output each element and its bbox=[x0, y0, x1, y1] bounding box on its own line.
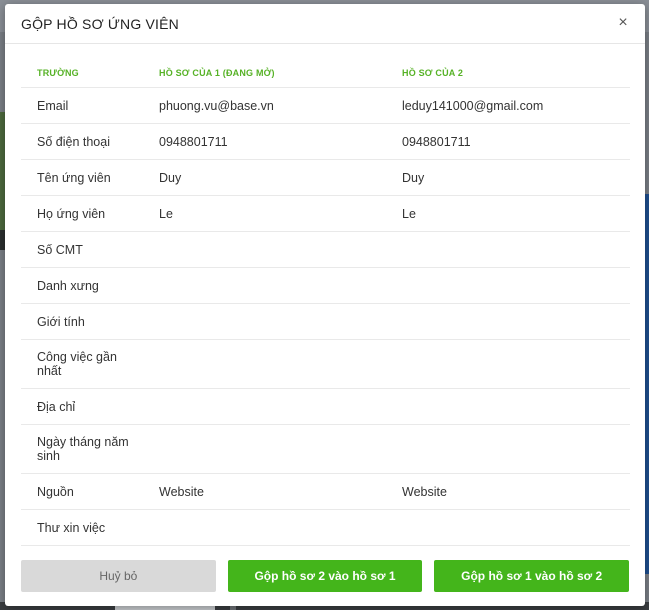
header-field: TRƯỜNG bbox=[37, 67, 79, 78]
field-label: Ngày tháng năm sinh bbox=[37, 435, 129, 463]
profile-1-value: Duy bbox=[159, 170, 182, 185]
header-profile-2: HỒ SƠ CỦA 2 bbox=[402, 67, 464, 78]
field-label: Thư xin việc bbox=[37, 520, 106, 535]
field-label: Email bbox=[37, 98, 69, 113]
table-row: Ngày tháng năm sinh bbox=[21, 425, 630, 474]
table-row: Nguồn Website Website bbox=[21, 474, 630, 510]
field-label: Nguồn bbox=[37, 484, 74, 499]
table-row: Địa chỉ bbox=[21, 389, 630, 425]
merge-1-into-2-button[interactable]: Gộp hồ sơ 1 vào hồ sơ 2 bbox=[434, 560, 630, 592]
table-row: Công việc gần nhất bbox=[21, 340, 630, 389]
table-row: Số CMT bbox=[21, 232, 630, 268]
field-label: Danh xưng bbox=[37, 278, 99, 293]
comparison-table: TRƯỜNG HỒ SƠ CỦA 1 (ĐANG MỞ) HỒ SƠ CỦA 2… bbox=[21, 58, 630, 546]
table-row: Họ ứng viên Le Le bbox=[21, 196, 630, 232]
field-label: Tên ứng viên bbox=[37, 170, 111, 185]
table-row: Email phuong.vu@base.vn leduy141000@gmai… bbox=[21, 88, 630, 124]
header-profile-1: HỒ SƠ CỦA 1 (ĐANG MỞ) bbox=[159, 67, 275, 78]
dialog-footer: Huỷ bỏ Gộp hồ sơ 2 vào hồ sơ 1 Gộp hồ sơ… bbox=[21, 560, 630, 594]
profile-2-value: Duy bbox=[402, 170, 425, 185]
field-label: Họ ứng viên bbox=[37, 206, 106, 221]
merge-2-into-1-button[interactable]: Gộp hồ sơ 2 vào hồ sơ 1 bbox=[227, 560, 423, 592]
table-row: Tên ứng viên Duy Duy bbox=[21, 160, 630, 196]
profile-1-value: Le bbox=[159, 206, 173, 221]
table-row: Số điện thoại 0948801711 0948801711 bbox=[21, 124, 630, 160]
merge-candidate-dialog: GỘP HỒ SƠ ỨNG VIÊN × TRƯỜNG HỒ SƠ CỦA 1 … bbox=[5, 4, 645, 606]
field-label: Số điện thoại bbox=[37, 134, 110, 149]
profile-1-value: Website bbox=[159, 484, 204, 499]
field-label: Công việc gần nhất bbox=[37, 350, 117, 378]
profile-2-value: Website bbox=[402, 484, 447, 499]
table-row: Danh xưng bbox=[21, 268, 630, 304]
table-header-row: TRƯỜNG HỒ SƠ CỦA 1 (ĐANG MỞ) HỒ SƠ CỦA 2 bbox=[21, 58, 630, 88]
table-row: Thư xin việc bbox=[21, 510, 630, 546]
dialog-header: GỘP HỒ SƠ ỨNG VIÊN × bbox=[5, 4, 645, 44]
profile-2-value: 0948801711 bbox=[402, 134, 471, 149]
table-row: Giới tính bbox=[21, 304, 630, 340]
profile-1-value: phuong.vu@base.vn bbox=[159, 98, 274, 113]
profile-1-value: 0948801711 bbox=[159, 134, 228, 149]
profile-2-value: Le bbox=[402, 206, 416, 221]
field-label: Số CMT bbox=[37, 242, 83, 257]
field-label: Địa chỉ bbox=[37, 399, 76, 414]
field-label: Giới tính bbox=[37, 314, 85, 329]
profile-2-value: leduy141000@gmail.com bbox=[402, 98, 544, 113]
dialog-title: GỘP HỒ SƠ ỨNG VIÊN bbox=[21, 15, 179, 32]
close-icon[interactable]: × bbox=[615, 15, 631, 31]
cancel-button[interactable]: Huỷ bỏ bbox=[21, 560, 216, 592]
